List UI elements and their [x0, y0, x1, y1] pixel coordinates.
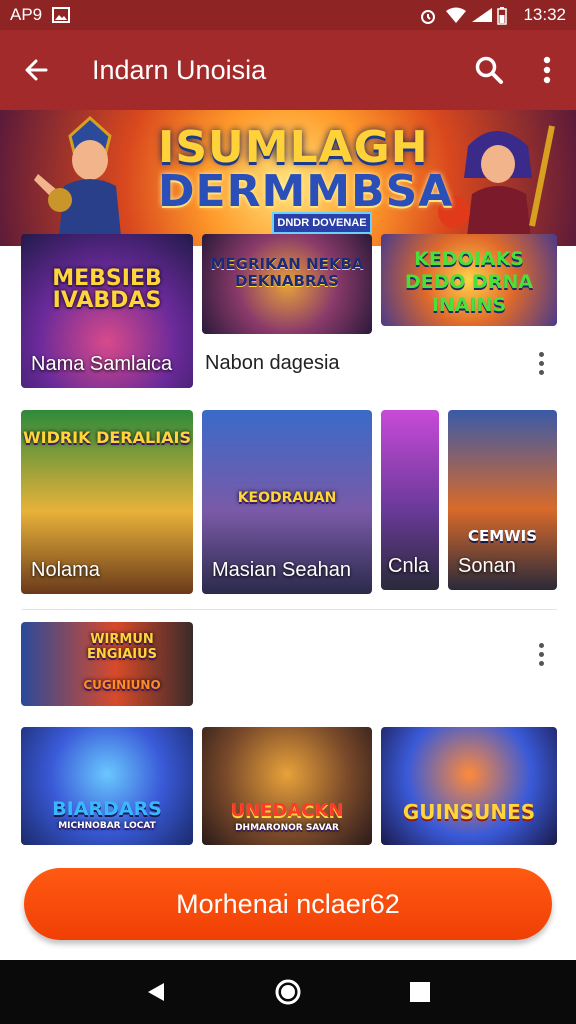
- featured-game-card[interactable]: WIRMUN ENGIAIUS CUGINIUNO: [21, 622, 193, 706]
- game-card-caption: Nolama: [31, 559, 100, 581]
- game-art-title: MEGRIKAN NEKBA DEKNABRAS: [210, 255, 364, 290]
- game-art-subtitle: CUGINIUNO: [83, 678, 161, 692]
- game-card-caption: Masian Seahan: [212, 559, 351, 581]
- back-button[interactable]: [0, 30, 72, 110]
- status-bar: AP9 13:32: [0, 0, 576, 30]
- banner-tag: DNDR DOVENAE: [272, 212, 372, 234]
- dot-icon: [538, 369, 544, 375]
- dot-icon: [538, 660, 544, 666]
- app-screen: AP9 13:32 Indarn Unoisia ISUMLAGH DERMMB…: [0, 0, 576, 1024]
- game-card[interactable]: UNEDACKN DHMARONOR SAVAR: [202, 727, 372, 845]
- game-art: [381, 727, 557, 845]
- game-art-title: WIRMUN ENGIAIUS: [86, 632, 158, 662]
- featured-banner[interactable]: ISUMLAGH DERMMBSA DNDR DOVENAE: [0, 110, 576, 246]
- dot-icon: [538, 651, 544, 657]
- game-card-caption: Cnla: [388, 555, 430, 577]
- battery-icon: [497, 7, 515, 25]
- primary-cta-button[interactable]: Morhenai nclaer62: [24, 868, 552, 940]
- hero-character-left-illustration: [34, 116, 122, 246]
- game-art-subtitle: MICHNOBAR LOCAT: [58, 821, 156, 831]
- game-art-title: MEBSIEB IVABDAS: [52, 266, 162, 313]
- game-card[interactable]: CEMWIS Sonan: [448, 410, 557, 590]
- banner-title-line2: DERMMBSA: [158, 166, 454, 217]
- system-nav-bar: [0, 960, 576, 1024]
- dot-icon: [538, 642, 544, 648]
- square-recents-icon: [410, 982, 430, 1002]
- clock: 13:32: [523, 5, 566, 24]
- game-card[interactable]: KEDOIAKS DEDO DRNA INAINS: [381, 234, 557, 326]
- game-card[interactable]: MEBSIEB IVABDAS Nama Samlaica: [21, 234, 193, 388]
- section-row-label: Nabon dagesia: [205, 352, 340, 374]
- section-divider: [22, 609, 557, 610]
- game-card[interactable]: WIDRIK DERALIAIS Nolama: [21, 410, 193, 594]
- nav-back-button[interactable]: [136, 972, 176, 1012]
- game-card[interactable]: KEODRAUAN Masian Seahan: [202, 410, 372, 594]
- game-card[interactable]: GUINSUNES: [381, 727, 557, 845]
- game-card[interactable]: Cnla: [381, 410, 439, 590]
- carrier-label: AP9: [10, 5, 43, 24]
- arrow-left-icon: [25, 59, 48, 81]
- game-art-title: GUINSUNES: [402, 800, 536, 824]
- game-card[interactable]: MEGRIKAN NEKBA DEKNABRAS: [202, 234, 372, 334]
- section-more-button[interactable]: [529, 345, 553, 381]
- app-title: Indarn Unoisia: [92, 54, 267, 85]
- banner-title: ISUMLAGH DERMMBSA: [158, 122, 454, 217]
- search-icon: [475, 56, 503, 84]
- dot-icon: [538, 351, 544, 357]
- hero-character-right-illustration: [438, 125, 555, 246]
- wifi-icon: [445, 7, 467, 23]
- game-card-caption: Sonan: [458, 555, 516, 577]
- overflow-menu-button[interactable]: [518, 30, 576, 110]
- game-card-caption: Nama Samlaica: [31, 353, 173, 375]
- signal-icon: [471, 7, 493, 23]
- app-bar: Indarn Unoisia: [0, 30, 576, 110]
- search-button[interactable]: [460, 30, 518, 110]
- game-art-title: BIARDARS: [52, 798, 162, 820]
- gallery-icon: [52, 7, 71, 23]
- game-art-title: UNEDACKN: [230, 800, 344, 821]
- game-art-title: KEDOIAKS DEDO DRNA INAINS: [404, 248, 534, 316]
- more-vert-icon: [543, 56, 551, 84]
- section-more-button[interactable]: [529, 636, 553, 672]
- game-card[interactable]: BIARDARS MICHNOBAR LOCAT: [21, 727, 193, 845]
- game-art-title: KEODRAUAN: [237, 490, 337, 506]
- banner-title-line1: ISUMLAGH: [158, 122, 429, 173]
- dot-icon: [538, 360, 544, 366]
- nav-recents-button[interactable]: [400, 972, 440, 1012]
- nav-home-button[interactable]: [268, 972, 308, 1012]
- triangle-back-icon: [148, 983, 164, 1001]
- circle-home-icon: [275, 979, 301, 1005]
- game-art-subtitle: DHMARONOR SAVAR: [235, 823, 339, 833]
- alarm-icon: [419, 7, 437, 24]
- game-art-title: CEMWIS: [467, 527, 538, 545]
- game-art-title: WIDRIK DERALIAIS: [22, 428, 192, 447]
